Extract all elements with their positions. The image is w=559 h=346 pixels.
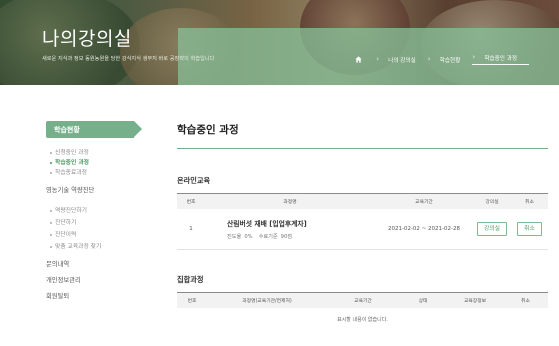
table-header-row: 번호 과정명(교육기관/면제처) 교육기간 상태 교육장정보 취소 xyxy=(177,292,548,308)
column-header: 교육기간 xyxy=(354,298,372,304)
sidebar-item-find-course[interactable]: 맞춤 교육과정 찾기 xyxy=(46,241,142,253)
bullet-icon xyxy=(50,221,52,224)
sidebar-sublist: 신청중인 과정 학습중인 과정 학습종료과정 xyxy=(46,147,142,177)
online-section-title: 온라인교육 xyxy=(177,176,211,185)
sidebar-item-applying[interactable]: 신청중인 과정 xyxy=(46,147,142,157)
sidebar-link-inquiry[interactable]: 문의내역 xyxy=(46,259,142,275)
column-header: 교육장정보 xyxy=(463,298,487,304)
empty-message: 표시할 내용이 없습니다. xyxy=(337,316,388,323)
bullet-icon xyxy=(50,245,52,248)
column-header: 상태 xyxy=(418,298,428,304)
breadcrumb-item[interactable]: 학습현황 xyxy=(428,55,473,64)
pass-criteria-label: 수료기준 xyxy=(258,233,278,240)
course-name[interactable]: 산림버섯 재배 [입업후계자] xyxy=(227,218,375,228)
cancel-cell: 취소 xyxy=(511,208,548,250)
course-cell: 산림버섯 재배 [입업후계자] 진도율 0% 수료기준 90점 xyxy=(205,208,375,250)
hero-title: 나의강의실 xyxy=(42,28,132,50)
column-header: 번호 xyxy=(186,199,196,205)
sidebar-item-completed[interactable]: 학습종료과정 xyxy=(46,167,142,177)
sidebar-header[interactable]: 학습현황 xyxy=(46,121,142,138)
table-header-row: 번호 과정명 교육기간 강의실 취소 xyxy=(177,193,548,209)
column-header: 번호 xyxy=(187,298,197,304)
home-icon[interactable] xyxy=(355,56,362,63)
sidebar-item-assess[interactable]: 역량진단하기 xyxy=(46,205,142,217)
breadcrumb: 나의 강의실 학습현황 학습중인 과정 xyxy=(355,53,529,65)
sidebar-item-history[interactable]: 진단이력 xyxy=(46,229,142,241)
bullet-icon xyxy=(50,171,52,174)
sidebar-links: 문의내역 개인정보관리 회원탈퇴 xyxy=(46,259,142,307)
column-header: 강의실 xyxy=(485,199,499,205)
sidebar-link-profile[interactable]: 개인정보관리 xyxy=(46,275,142,291)
course-meta: 진도율 0% 수료기준 90점 xyxy=(227,233,375,240)
sidebar-section-assessment[interactable]: 영농기술 역량진단 xyxy=(46,185,142,195)
pass-criteria-value: 90점 xyxy=(280,233,293,240)
course-period: 2021-02-02 ~ 2021-02-28 xyxy=(375,208,473,250)
bullet-icon xyxy=(50,161,52,164)
table-row: 1 산림버섯 재배 [입업후계자] 진도율 0% 수료기준 90점 2021-02-0… xyxy=(177,208,548,250)
breadcrumb-item[interactable]: 나의 강의실 xyxy=(376,55,428,64)
sidebar: 학습현황 신청중인 과정 학습중인 과정 학습종료과정 영농기술 역량진단 역량… xyxy=(46,121,142,307)
bullet-icon xyxy=(50,151,52,154)
column-header: 과정명 xyxy=(283,199,297,205)
bullet-icon xyxy=(50,233,52,236)
cancel-button[interactable]: 취소 xyxy=(517,221,542,236)
hero-banner: 나의강의실 새로운 지식과 정보 동원농원을 당한 강식지식 생부지 바로 공장… xyxy=(0,0,559,85)
hero-subtitle: 새로운 지식과 정보 동원농원을 당한 강식지식 생부지 바로 공장략의 학습입… xyxy=(42,56,215,62)
main-content: 학습중인 과정 온라인교육 번호 과정명 교육기간 강의실 취소 1 산림버섯 … xyxy=(177,118,548,331)
breadcrumb-item-current[interactable]: 학습중인 과정 xyxy=(472,53,529,65)
progress-label: 진도율 xyxy=(227,233,242,240)
group-section-title: 집합과정 xyxy=(177,275,204,284)
classroom-cell: 강의실 xyxy=(473,208,511,250)
row-number: 1 xyxy=(177,208,205,250)
classroom-button[interactable]: 강의실 xyxy=(477,221,507,236)
group-course-table: 번호 과정명(교육기관/면제처) 교육기간 상태 교육장정보 취소 표시할 내용… xyxy=(177,292,548,331)
page-title: 학습중인 과정 xyxy=(177,124,239,136)
column-header: 취소 xyxy=(521,298,530,304)
online-course-table: 번호 과정명 교육기간 강의실 취소 1 산림버섯 재배 [입업후계자] 진도율… xyxy=(177,193,548,250)
sidebar-item-diagnose[interactable]: 진단하기 xyxy=(46,217,142,229)
sidebar-link-withdraw[interactable]: 회원탈퇴 xyxy=(46,291,142,307)
progress-value: 0% xyxy=(244,233,253,240)
column-header: 취소 xyxy=(525,199,534,205)
column-header: 과정명(교육기관/면제처) xyxy=(242,298,292,304)
sidebar-sublist: 역량진단하기 진단하기 진단이력 맞춤 교육과정 찾기 xyxy=(46,205,142,253)
column-header: 교육기간 xyxy=(415,199,433,205)
title-divider xyxy=(177,148,548,149)
empty-row: 표시할 내용이 없습니다. xyxy=(177,308,548,331)
sidebar-item-learning[interactable]: 학습중인 과정 xyxy=(46,157,142,167)
bullet-icon xyxy=(50,209,52,212)
